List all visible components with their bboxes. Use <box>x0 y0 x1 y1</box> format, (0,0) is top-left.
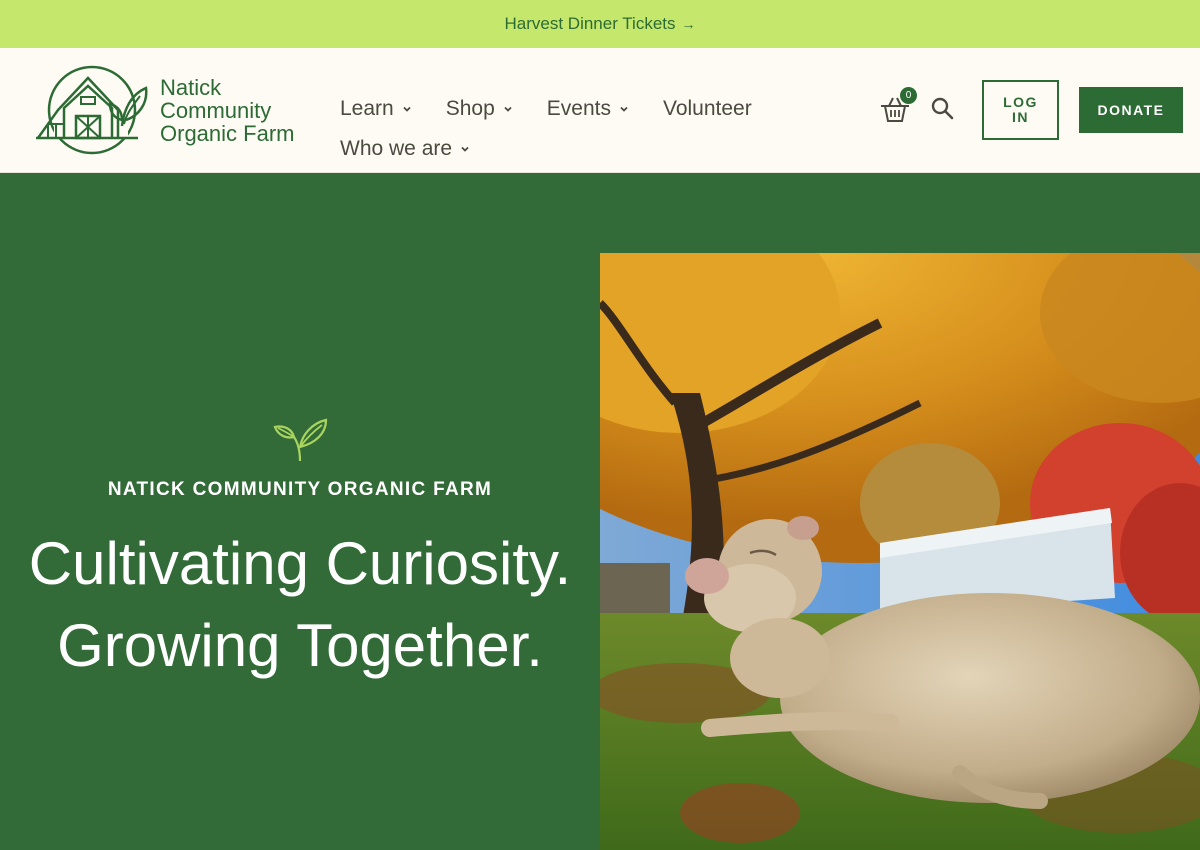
chevron-down-icon <box>504 106 512 112</box>
nav-label-who-we-are: Who we are <box>340 137 453 160</box>
nav-label-volunteer: Volunteer <box>662 97 752 120</box>
site-logo[interactable]: Natick Community Organic Farm <box>34 64 294 156</box>
search-icon[interactable] <box>930 96 954 120</box>
announcement-bar: Harvest Dinner Tickets → <box>0 0 1200 48</box>
nav-item-shop[interactable]: Shop <box>446 97 513 121</box>
login-button[interactable]: LOG IN <box>982 80 1059 140</box>
nav-label-events: Events <box>546 97 611 120</box>
nav-item-learn[interactable]: Learn <box>340 97 412 121</box>
hero-text-panel: NATICK COMMUNITY ORGANIC FARM Cultivatin… <box>0 173 600 850</box>
main-nav: Learn Shop Events Volunteer Who we are <box>340 92 780 166</box>
hero-headline-line-1: Cultivating Curiosity. <box>28 530 572 597</box>
nav-item-who-we-are[interactable]: Who we are <box>340 137 470 161</box>
logo-line-2: Community <box>160 97 272 123</box>
logo-line-1: Natick <box>160 74 222 100</box>
hero-eyebrow: NATICK COMMUNITY ORGANIC FARM <box>107 479 493 500</box>
nav-label-learn: Learn <box>340 97 394 120</box>
chevron-down-icon <box>403 106 411 112</box>
hero-headline-line-2: Growing Together. <box>57 612 543 679</box>
announcement-text: Harvest Dinner Tickets <box>504 14 676 33</box>
chevron-down-icon <box>461 146 469 152</box>
sheep-autumn-photo <box>600 253 1200 850</box>
cart-count-badge: 0 <box>900 87 917 104</box>
nav-item-volunteer[interactable]: Volunteer <box>663 97 752 121</box>
donate-button-label: DONATE <box>1097 102 1165 118</box>
sprout-icon <box>273 418 328 462</box>
chevron-down-icon <box>620 106 628 112</box>
hero-headline: Cultivating Curiosity. Growing Together. <box>0 523 600 687</box>
announcement-link[interactable]: Harvest Dinner Tickets → <box>505 14 696 34</box>
logo-text: Natick Community Organic Farm <box>160 76 294 145</box>
barn-leaf-logo-icon <box>36 65 148 155</box>
nav-item-events[interactable]: Events <box>547 97 629 121</box>
arrow-right-icon: → <box>681 16 696 32</box>
hero-photo-sheep <box>600 253 1200 850</box>
hero-section: NATICK COMMUNITY ORGANIC FARM Cultivatin… <box>0 173 1200 850</box>
donate-button[interactable]: DONATE <box>1079 87 1183 133</box>
site-header: Natick Community Organic Farm Learn Shop… <box>0 48 1200 173</box>
nav-label-shop: Shop <box>445 97 495 120</box>
login-button-label: LOG IN <box>1003 94 1038 125</box>
logo-line-3: Organic Farm <box>160 120 295 146</box>
